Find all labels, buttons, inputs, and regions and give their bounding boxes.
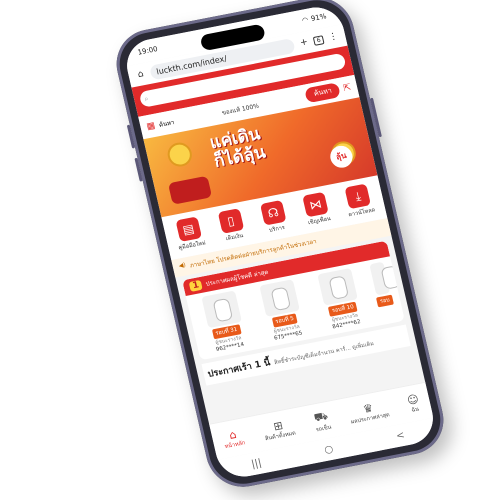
coin-icon bbox=[165, 140, 195, 169]
round-badge: รอบ bbox=[376, 294, 394, 308]
tab-label: สินค้าทั้งหมด bbox=[264, 429, 297, 442]
volume-button bbox=[126, 124, 136, 149]
status-time: 19:00 bbox=[136, 45, 159, 57]
search-button[interactable]: ค้นหา bbox=[304, 82, 342, 104]
share-icon: ⋈ bbox=[302, 191, 329, 218]
phone-icon: ▯ bbox=[217, 208, 245, 234]
recent-apps-button[interactable]: ||| bbox=[250, 457, 262, 470]
headset-icon: ☊ bbox=[259, 199, 287, 226]
menu-item-download[interactable]: ⤓ ดาวน์โหลด bbox=[336, 182, 382, 221]
ranking-title: ประกาศเร้า 1 นี้ bbox=[206, 358, 272, 380]
volume-button bbox=[134, 157, 143, 182]
more-icon[interactable]: ⋮ bbox=[326, 31, 340, 43]
ranking-subtitle: สิทธิ์ชำระบัญชีเต็มจำนวน คาร์... ดูเพิ่ม… bbox=[273, 340, 375, 367]
phone-frame: 19:00 ◠ 91% ⌂ luckth.com/index/ + 6 ⋮ ⌕ … bbox=[109, 0, 451, 493]
menu-item-invite[interactable]: ⋈ เชิญเพื่อน bbox=[294, 190, 340, 229]
home-icon[interactable]: ⌂ bbox=[134, 69, 148, 81]
tab-home[interactable]: ⌂ หน้าหลัก bbox=[221, 426, 246, 450]
stage: 19:00 ◠ 91% ⌂ luckth.com/index/ + 6 ⋮ ⌕ … bbox=[0, 0, 500, 500]
power-button bbox=[369, 97, 382, 138]
tab-count[interactable]: 6 bbox=[312, 34, 325, 46]
earbuds-image bbox=[259, 279, 300, 317]
tab-label: หน้าหลัก bbox=[224, 439, 246, 450]
book-icon: ▤ bbox=[175, 216, 202, 243]
menu-item-label: เติมเงิน bbox=[225, 232, 244, 243]
menu-item-guide[interactable]: ▤ คู่มือมือใหม่ bbox=[166, 215, 212, 254]
menu-item-service[interactable]: ☊ บริการ bbox=[251, 198, 297, 237]
battery-level: 91% bbox=[310, 12, 328, 23]
wifi-icon: ◠ bbox=[301, 15, 310, 25]
menu-icon[interactable]: ▦ bbox=[146, 120, 157, 131]
tab-label: รถเข็น bbox=[315, 424, 332, 433]
product-image bbox=[369, 261, 391, 296]
menu-item-label: เชิญเพื่อน bbox=[307, 215, 332, 227]
tab-cart[interactable]: ⛟ รถเข็น bbox=[312, 408, 333, 433]
earbuds-image bbox=[317, 267, 359, 306]
product-card[interactable]: รอบที่ 31 ผู้ชนะรางวัล 962****14 bbox=[191, 289, 258, 356]
earbuds-image bbox=[201, 290, 242, 329]
speaker-icon: ◀) bbox=[178, 261, 187, 270]
winners-number: 1 bbox=[188, 279, 203, 292]
tab-label: ฉัน bbox=[410, 406, 420, 414]
tab-latest-results[interactable]: ♛ ผลประกาศล่าสุด bbox=[347, 398, 390, 426]
menu-item-label: บริการ bbox=[268, 224, 286, 234]
search-icon: ⌕ bbox=[143, 94, 150, 103]
tab-me[interactable]: ☺ ฉัน bbox=[406, 392, 422, 415]
screen: 19:00 ◠ 91% ⌂ luckth.com/index/ + 6 ⋮ ⌕ … bbox=[121, 2, 439, 482]
home-button[interactable]: ○ bbox=[323, 443, 334, 455]
download-icon: ⤓ bbox=[344, 183, 372, 210]
product-card[interactable]: รอบที่ 5 ผู้ชนะรางวัล 675****65 bbox=[249, 277, 316, 344]
car-icon bbox=[167, 175, 213, 205]
tab-all-products[interactable]: ⊞ สินค้าทั้งหมด bbox=[261, 416, 297, 442]
menu-item-label: คู่มือมือใหม่ bbox=[178, 240, 207, 252]
new-tab-icon[interactable]: + bbox=[297, 37, 311, 49]
share-icon[interactable]: ⇱ bbox=[342, 82, 352, 93]
menu-item-topup[interactable]: ▯ เติมเงิน bbox=[209, 206, 255, 245]
product-card[interactable]: รอบที่ 10 ผู้ชนะรางวัล 842****62 bbox=[307, 266, 374, 333]
back-button[interactable]: < bbox=[395, 429, 406, 441]
menu-label[interactable]: ค้นหา bbox=[158, 117, 175, 130]
banner-title: แค่เดิน ก็ได้ลุ้น bbox=[208, 124, 268, 172]
